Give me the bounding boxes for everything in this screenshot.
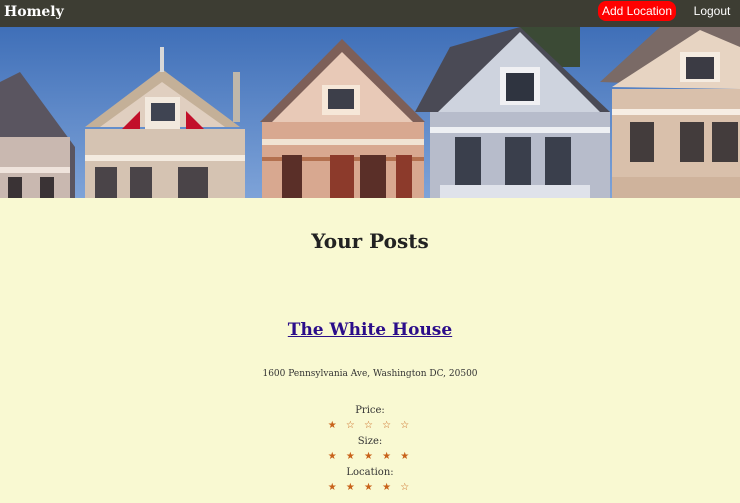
- brand-logo-link[interactable]: Homely: [4, 4, 64, 20]
- location-rating-label: Location:: [346, 467, 394, 478]
- logout-button[interactable]: Logout: [690, 1, 734, 21]
- post-address: 1600 Pennsylvania Ave, Washington DC, 20…: [262, 369, 478, 379]
- post-title-link[interactable]: The White House: [0, 320, 740, 340]
- page-title: Your Posts: [311, 229, 429, 253]
- price-rating-label: Price:: [355, 405, 385, 416]
- location-rating-stars: ★ ★ ★ ★ ☆: [327, 482, 413, 493]
- size-rating-stars: ★ ★ ★ ★ ★: [327, 451, 413, 462]
- size-rating-label: Size:: [357, 436, 383, 447]
- price-rating-stars: ★ ☆ ☆ ☆ ☆: [327, 420, 413, 431]
- add-location-button[interactable]: Add Location: [598, 1, 676, 21]
- hero-banner-image: [0, 27, 740, 198]
- victorian-houses-illustration: [0, 27, 740, 198]
- top-navbar: Homely Add Location Logout: [0, 0, 740, 27]
